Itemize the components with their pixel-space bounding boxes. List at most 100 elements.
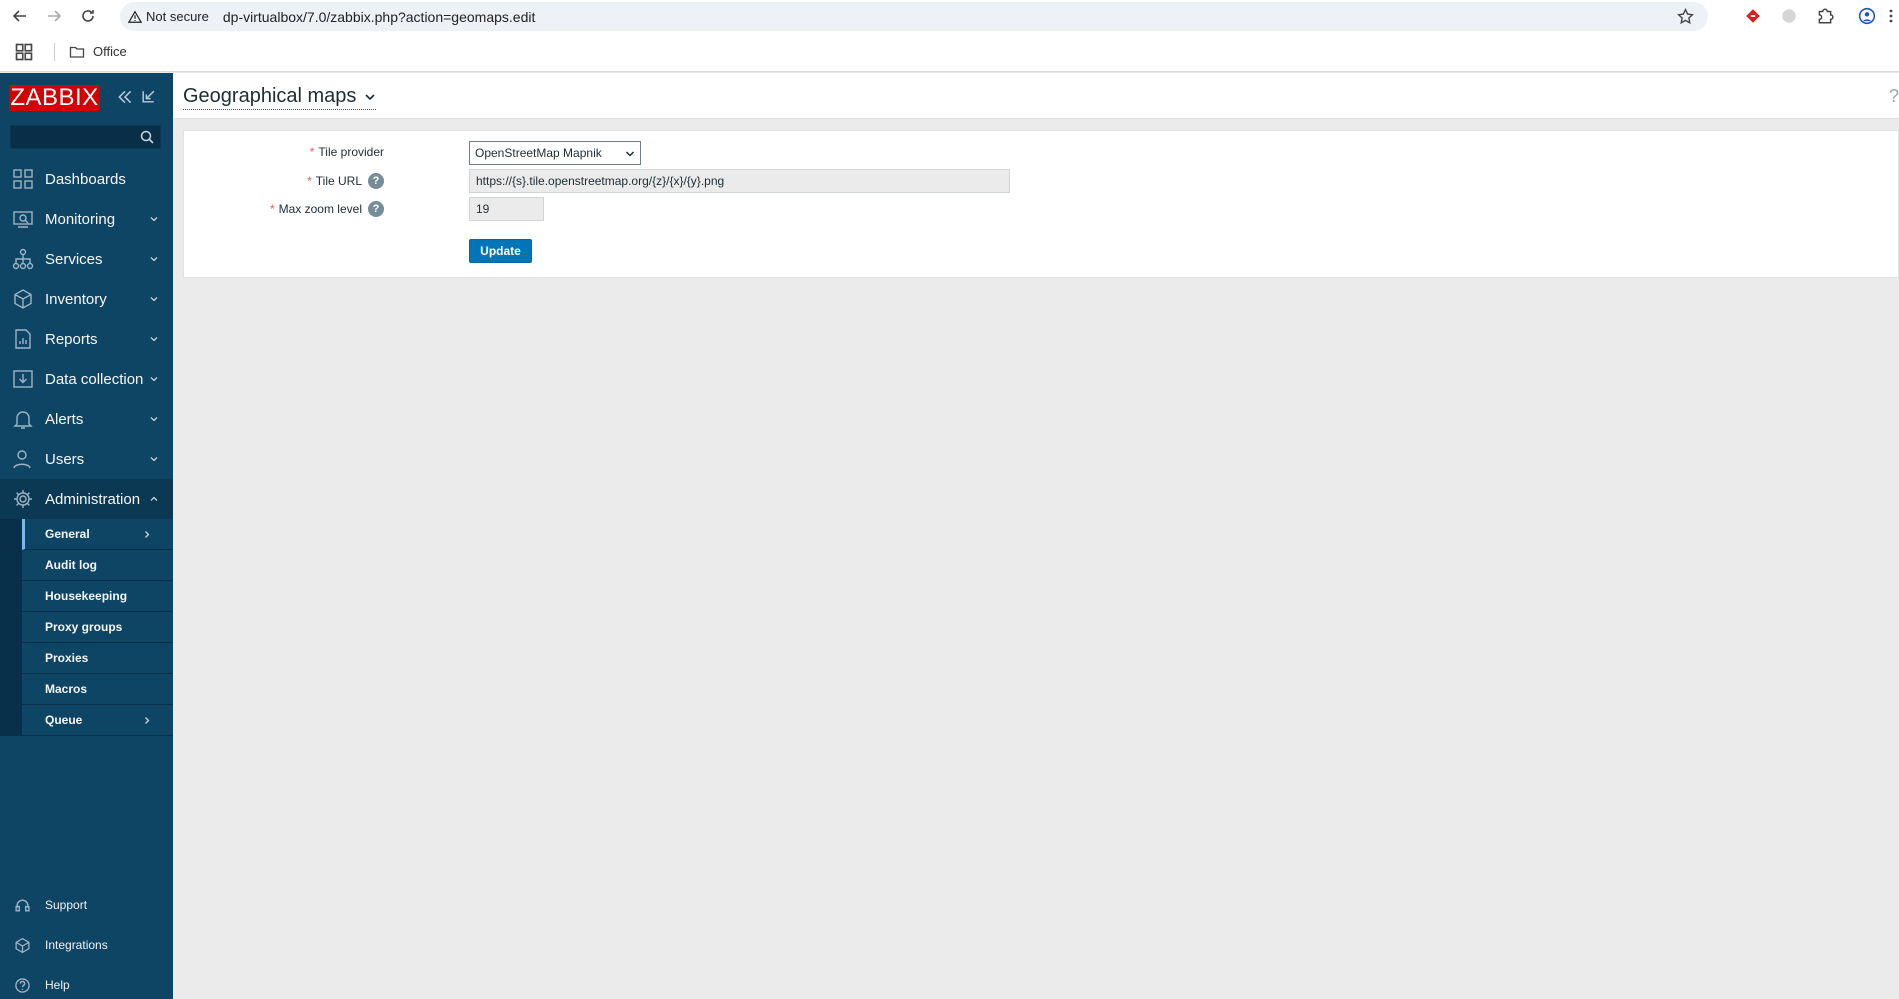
submenu-item-housekeeping[interactable]: Housekeeping — [22, 581, 173, 612]
submenu-label: Housekeeping — [45, 589, 128, 603]
browser-menu-button[interactable] — [1883, 2, 1899, 30]
menu-item-alerts[interactable]: Alerts — [0, 399, 173, 439]
url-text[interactable]: dp-virtualbox/7.0/zabbix.php?action=geom… — [223, 9, 535, 25]
menu-label: Help — [45, 978, 70, 992]
main-menu: Dashboards Monitoring Services Inventory… — [0, 159, 173, 736]
menu-item-services[interactable]: Services — [0, 239, 173, 279]
menu-label: Inventory — [45, 290, 107, 308]
chevron-down-icon — [150, 217, 158, 222]
arrow-left-icon — [12, 10, 26, 22]
page-header: Geographical maps ? — [173, 73, 1899, 119]
profile-button[interactable] — [1853, 2, 1881, 30]
submenu-label: Proxies — [45, 651, 89, 665]
tile-url-help-icon[interactable]: ? — [368, 173, 384, 189]
menu-label: Dashboards — [45, 170, 126, 188]
profile-icon — [1858, 7, 1876, 25]
kebab-menu-icon — [1889, 9, 1893, 23]
max-zoom-help-icon[interactable]: ? — [368, 201, 384, 217]
menu-item-monitoring[interactable]: Monitoring — [0, 199, 173, 239]
sidebar: ZABBIX Dashboards Monitoring Services In… — [0, 73, 173, 999]
security-indicator[interactable]: Not secure — [128, 9, 209, 24]
bookmark-star-icon[interactable] — [1677, 8, 1694, 25]
submenu-item-proxies[interactable]: Proxies — [22, 643, 173, 674]
menu-item-data-collection[interactable]: Data collection — [0, 359, 173, 399]
menu-label: Data collection — [45, 370, 144, 388]
page-help-icon[interactable]: ? — [1889, 86, 1899, 107]
required-asterisk: * — [269, 202, 275, 216]
extension-grey-button[interactable] — [1775, 2, 1803, 30]
collapse-sidebar-icon[interactable] — [116, 88, 134, 106]
kiosk-mode-icon[interactable] — [140, 88, 157, 105]
menu-label: Alerts — [45, 410, 84, 428]
select-value: OpenStreetMap Mapnik — [475, 146, 602, 160]
menu-item-dashboards[interactable]: Dashboards — [0, 159, 173, 199]
services-icon — [12, 248, 34, 270]
warning-triangle-icon — [128, 10, 142, 23]
bookmark-folder-office[interactable]: Office — [69, 44, 127, 60]
forward-button[interactable] — [40, 2, 68, 30]
chevron-down-icon — [150, 457, 158, 462]
menu-item-administration[interactable]: Administration — [0, 479, 173, 519]
dashboards-icon — [13, 169, 33, 189]
reload-icon — [82, 10, 94, 22]
menu-item-inventory[interactable]: Inventory — [0, 279, 173, 319]
submenu-item-queue[interactable]: Queue — [22, 705, 173, 736]
page-title[interactable]: Geographical maps — [183, 85, 377, 110]
help-icon — [15, 977, 30, 993]
menu-item-integrations[interactable]: Integrations — [0, 925, 173, 965]
submenu-item-general[interactable]: General — [22, 519, 173, 550]
extension-area — [1731, 0, 1899, 32]
main-content: Geographical maps ? * Tile provider Open… — [173, 73, 1899, 999]
grey-circle-icon — [1782, 9, 1796, 23]
sidebar-search — [10, 125, 161, 149]
menu-item-help[interactable]: Help — [0, 965, 173, 999]
search-icon[interactable] — [139, 129, 155, 145]
tile-provider-field: OpenStreetMap Mapnik — [469, 141, 641, 165]
chevron-down-icon — [365, 93, 376, 100]
chevron-down-icon — [150, 417, 158, 422]
extensions-button[interactable] — [1811, 2, 1839, 30]
menu-label: Administration — [45, 490, 141, 508]
menu-item-users[interactable]: Users — [0, 439, 173, 479]
submenu-item-audit-log[interactable]: Audit log — [22, 550, 173, 581]
label-text: Tile URL — [315, 174, 362, 188]
integrations-icon — [15, 937, 30, 953]
submenu-label: Macros — [45, 682, 88, 696]
chevron-down-icon — [625, 151, 635, 157]
menu-label: Integrations — [45, 938, 108, 952]
address-bar[interactable]: Not secure dp-virtualbox/7.0/zabbix.php?… — [120, 2, 1708, 31]
menu-label: Support — [45, 898, 88, 912]
submenu-item-macros[interactable]: Macros — [22, 674, 173, 705]
chevron-down-icon — [150, 377, 158, 382]
chevron-right-icon — [145, 531, 150, 538]
tile-provider-select[interactable]: OpenStreetMap Mapnik — [469, 141, 641, 165]
back-button[interactable] — [6, 2, 34, 30]
max-zoom-label: * Max zoom level ? — [270, 201, 384, 217]
reload-button[interactable] — [74, 2, 102, 30]
submenu-label: Queue — [45, 713, 83, 727]
chevron-down-icon — [150, 337, 158, 342]
menu-item-reports[interactable]: Reports — [0, 319, 173, 359]
update-button[interactable]: Update — [469, 239, 532, 263]
red-diamond-icon — [1746, 9, 1760, 23]
submenu-item-proxy-groups[interactable]: Proxy groups — [22, 612, 173, 643]
tile-provider-label: * Tile provider — [310, 145, 384, 159]
tile-url-label: * Tile URL ? — [307, 173, 384, 189]
menu-item-support[interactable]: Support — [0, 885, 173, 925]
bookmark-label: Office — [93, 44, 127, 59]
extension-red-button[interactable] — [1739, 2, 1767, 30]
alerts-icon — [13, 411, 33, 429]
label-text: Max zoom level — [278, 202, 362, 216]
required-asterisk: * — [309, 145, 315, 159]
apps-grid-icon[interactable] — [14, 42, 34, 62]
page-title-text: Geographical maps — [183, 85, 357, 107]
menu-label: Reports — [45, 330, 98, 348]
menu-label: Monitoring — [45, 210, 116, 228]
browser-toolbar: Not secure dp-virtualbox/7.0/zabbix.php?… — [0, 0, 1899, 32]
tile-url-input[interactable]: https://{s}.tile.openstreetmap.org/{z}/{… — [469, 169, 1010, 193]
search-input[interactable] — [11, 126, 136, 148]
max-zoom-input[interactable]: 19 — [469, 197, 544, 221]
submenu-gutter — [0, 519, 22, 736]
zabbix-logo[interactable]: ZABBIX — [9, 84, 100, 111]
sidebar-bottom-menu: Support Integrations Help — [0, 885, 173, 999]
